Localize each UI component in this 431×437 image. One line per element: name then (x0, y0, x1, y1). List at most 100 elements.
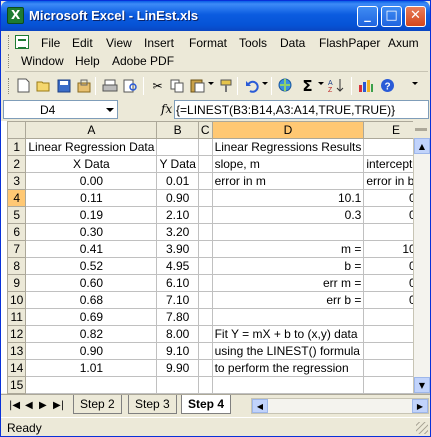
chart-wizard-icon[interactable] (357, 77, 374, 94)
cell-c2[interactable] (197, 155, 213, 173)
toolbar-grip[interactable] (8, 78, 11, 94)
menu-edit[interactable]: Edit (72, 36, 93, 50)
row-header-5[interactable]: 5 (6, 206, 27, 224)
name-box[interactable]: D4 (3, 100, 118, 119)
menu-adobe-pdf[interactable]: Adobe PDF (112, 54, 174, 68)
cell-d15[interactable] (211, 376, 365, 394)
row-header-7[interactable]: 7 (6, 240, 27, 258)
row-header-15[interactable]: 15 (6, 376, 27, 394)
cell-a11[interactable]: 0.69 (25, 308, 158, 326)
column-header-b[interactable]: B (156, 121, 199, 139)
horizontal-scrollbar[interactable]: ◀ ▶ (251, 398, 429, 414)
menu-axum[interactable]: Axum (388, 36, 419, 50)
scroll-up-button[interactable]: ▲ (414, 138, 430, 154)
permission-icon[interactable] (75, 77, 92, 94)
cell-a6[interactable]: 0.30 (25, 223, 158, 241)
cell-c1[interactable] (197, 138, 213, 156)
cell-c4[interactable] (197, 189, 213, 207)
menu-window[interactable]: Window (21, 54, 64, 68)
cell-a12[interactable]: 0.82 (25, 325, 158, 343)
select-all-corner[interactable] (6, 121, 27, 139)
cell-d5[interactable]: 0.3 (211, 206, 365, 224)
row-header-11[interactable]: 11 (6, 308, 27, 326)
row-header-1[interactable]: 1 (6, 138, 27, 156)
cell-a1[interactable]: Linear Regression Data (25, 138, 158, 156)
help-icon[interactable]: ? (379, 77, 396, 94)
menu-insert[interactable]: Insert (144, 36, 174, 50)
cell-b8[interactable]: 4.95 (156, 257, 199, 275)
cut-icon[interactable]: ✂ (149, 77, 166, 94)
cell-c10[interactable] (197, 291, 213, 309)
maximize-button[interactable]: □ (381, 6, 402, 27)
vertical-split-box[interactable] (413, 121, 430, 138)
cell-b5[interactable]: 2.10 (156, 206, 199, 224)
cell-d9[interactable]: err m = (211, 274, 365, 292)
cell-b3[interactable]: 0.01 (156, 172, 199, 190)
cell-b2[interactable]: Y Data (156, 155, 199, 173)
first-sheet-button[interactable]: |◀ (9, 400, 20, 411)
cell-d11[interactable] (211, 308, 365, 326)
cell-c13[interactable] (197, 342, 213, 360)
column-header-a[interactable]: A (25, 121, 158, 139)
menu-tools[interactable]: Tools (239, 36, 267, 50)
cell-d3[interactable]: error in m (211, 172, 365, 190)
toolbar-options-arrow[interactable] (412, 82, 418, 85)
cell-a8[interactable]: 0.52 (25, 257, 158, 275)
column-header-d[interactable]: D (211, 121, 365, 139)
cell-d14[interactable]: to perform the regression (211, 359, 365, 377)
cell-b11[interactable]: 7.80 (156, 308, 199, 326)
print-icon[interactable] (101, 77, 118, 94)
cell-d13[interactable]: using the LINEST() formula (211, 342, 365, 360)
column-header-c[interactable]: C (197, 121, 213, 139)
cell-d10[interactable]: err b = (211, 291, 365, 309)
cell-d4[interactable]: 10.1 (211, 189, 365, 207)
autosum-icon[interactable]: Σ (299, 77, 316, 95)
vertical-scrollbar[interactable]: ▲ ▼ (413, 138, 430, 393)
cell-d7[interactable]: m = (211, 240, 365, 258)
sheet-tab-step-2[interactable]: Step 2 (73, 395, 122, 414)
cell-c12[interactable] (197, 325, 213, 343)
cell-a10[interactable]: 0.68 (25, 291, 158, 309)
cell-a4[interactable]: 0.11 (25, 189, 158, 207)
cell-b15[interactable] (156, 376, 199, 394)
cell-b9[interactable]: 6.10 (156, 274, 199, 292)
row-header-4[interactable]: 4 (6, 189, 27, 207)
cell-b13[interactable]: 9.10 (156, 342, 199, 360)
workbook-icon[interactable] (15, 35, 29, 49)
cell-b12[interactable]: 8.00 (156, 325, 199, 343)
cell-a2[interactable]: X Data (25, 155, 158, 173)
cell-c3[interactable] (197, 172, 213, 190)
row-header-14[interactable]: 14 (6, 359, 27, 377)
minimize-button[interactable]: _ (357, 6, 378, 27)
sheet-tab-step-4[interactable]: Step 4 (181, 395, 232, 414)
cell-a14[interactable]: 1.01 (25, 359, 158, 377)
cell-a9[interactable]: 0.60 (25, 274, 158, 292)
menu-file[interactable]: File (41, 36, 60, 50)
cell-a3[interactable]: 0.00 (25, 172, 158, 190)
cell-d8[interactable]: b = (211, 257, 365, 275)
cell-d6[interactable] (211, 223, 365, 241)
insert-function-icon[interactable]: fx (161, 102, 172, 116)
menu-format[interactable]: Format (189, 36, 227, 50)
undo-icon[interactable] (243, 77, 260, 94)
row-header-2[interactable]: 2 (6, 155, 27, 173)
previous-sheet-button[interactable]: ◀ (25, 400, 33, 411)
cell-c5[interactable] (197, 206, 213, 224)
menu-flashpaper[interactable]: FlashPaper (319, 36, 380, 50)
cell-b4[interactable]: 0.90 (156, 189, 199, 207)
menu-grip-2[interactable] (8, 54, 11, 68)
row-header-13[interactable]: 13 (6, 342, 27, 360)
paste-dropdown-arrow[interactable] (208, 82, 214, 85)
cell-a13[interactable]: 0.90 (25, 342, 158, 360)
paste-icon[interactable] (189, 77, 206, 94)
next-sheet-button[interactable]: ▶ (39, 400, 47, 411)
row-header-3[interactable]: 3 (6, 172, 27, 190)
cell-d2[interactable]: slope, m (211, 155, 365, 173)
scroll-left-button[interactable]: ◀ (252, 399, 268, 413)
row-header-6[interactable]: 6 (6, 223, 27, 241)
cell-c9[interactable] (197, 274, 213, 292)
cell-c7[interactable] (197, 240, 213, 258)
cell-d1[interactable]: Linear Regressions Results (211, 138, 365, 156)
cell-c14[interactable] (197, 359, 213, 377)
save-icon[interactable] (55, 77, 72, 94)
